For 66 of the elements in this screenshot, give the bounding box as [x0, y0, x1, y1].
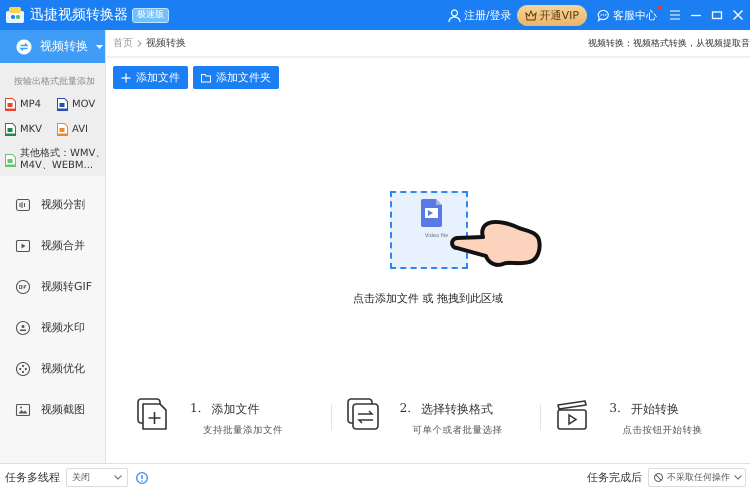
vip-button[interactable]: 开通VIP [516, 4, 587, 26]
step-number: 3. [609, 401, 621, 417]
user-icon [448, 8, 461, 22]
edition-badge: 极速版 [132, 8, 169, 22]
after-task-dropdown[interactable]: 不采取任何操作 [648, 468, 746, 487]
feature-description: 视频转换：视频格式转换，从视频提取音 [588, 38, 750, 50]
window-title: 迅捷视频转换器 [30, 6, 128, 24]
sidebar-item[interactable]: 视频转GIF [0, 266, 105, 307]
gif-icon [15, 278, 31, 294]
plus-icon [121, 72, 131, 82]
maximize-icon[interactable] [711, 9, 723, 21]
step-number: 2. [400, 401, 412, 417]
multithread-label: 任务多线程 [5, 470, 60, 485]
add-button[interactable]: 添加文件夹 [193, 66, 279, 89]
format-option[interactable]: MKV [5, 123, 57, 136]
image-icon [15, 402, 31, 418]
menu-icon[interactable] [669, 9, 681, 21]
login-link[interactable]: 注册/登录 [464, 8, 512, 22]
video-file-icon [57, 98, 68, 111]
format-option[interactable]: 其他格式：WMV、M4V、WEBM... [5, 148, 105, 172]
caret-icon [96, 44, 103, 48]
drop-hint: 点击添加文件 或 拖拽到此区域 [353, 291, 503, 306]
step-description: 可单个或者批量选择 [412, 424, 503, 437]
info-icon [136, 472, 148, 484]
after-task-label: 任务完成后 [587, 470, 642, 485]
app-logo-icon [5, 6, 25, 24]
format-option[interactable]: MOV [57, 98, 105, 111]
step-description: 支持批量添加文件 [202, 424, 283, 437]
format-option[interactable]: AVI [57, 123, 105, 136]
step-description: 点击按钮开始转换 [621, 424, 702, 437]
add-file-icon [136, 397, 170, 431]
step-number: 1. [190, 401, 202, 417]
chevron-right-icon [137, 40, 142, 46]
sidebar-item[interactable]: 视频分割 [0, 184, 105, 225]
video-file-icon [5, 154, 16, 166]
play-icon [15, 238, 31, 254]
step-title: 添加文件 [211, 401, 260, 418]
sidebar-item[interactable]: 视频优化 [0, 348, 105, 389]
folder-icon [201, 72, 211, 82]
reel-icon [15, 360, 31, 376]
stamp-icon [15, 320, 31, 336]
sidebar-item[interactable]: 视频水印 [0, 307, 105, 348]
swap-icon [16, 38, 32, 54]
step-title: 选择转换格式 [421, 401, 494, 418]
swap-file-icon [346, 397, 380, 431]
step-title: 开始转换 [630, 401, 679, 418]
support-link[interactable]: 客服中心 [613, 8, 657, 22]
video-file-icon [5, 98, 16, 111]
multithread-dropdown[interactable]: 关闭 [66, 468, 128, 487]
breadcrumb-link[interactable]: 视频转换 [146, 36, 186, 50]
video-file-icon [421, 199, 442, 227]
sidebar-item[interactable]: 视频截图 [0, 389, 105, 430]
add-button[interactable]: 添加文件 [113, 66, 188, 89]
clapperboard-icon [555, 397, 590, 431]
format-hint: 按输出格式批量添加 [14, 76, 96, 88]
sidebar-item[interactable]: 视频合并 [0, 225, 105, 266]
chat-bubble-icon [597, 8, 610, 22]
video-file-icon [5, 123, 16, 136]
prohibited-icon [654, 473, 663, 482]
video-file-icon [57, 123, 68, 136]
format-option[interactable]: MP4 [5, 98, 57, 111]
chevron-down-icon [734, 475, 742, 480]
close-icon[interactable] [732, 9, 744, 21]
split-icon [15, 196, 31, 212]
crown-icon [524, 10, 537, 20]
chevron-down-icon [114, 475, 122, 480]
